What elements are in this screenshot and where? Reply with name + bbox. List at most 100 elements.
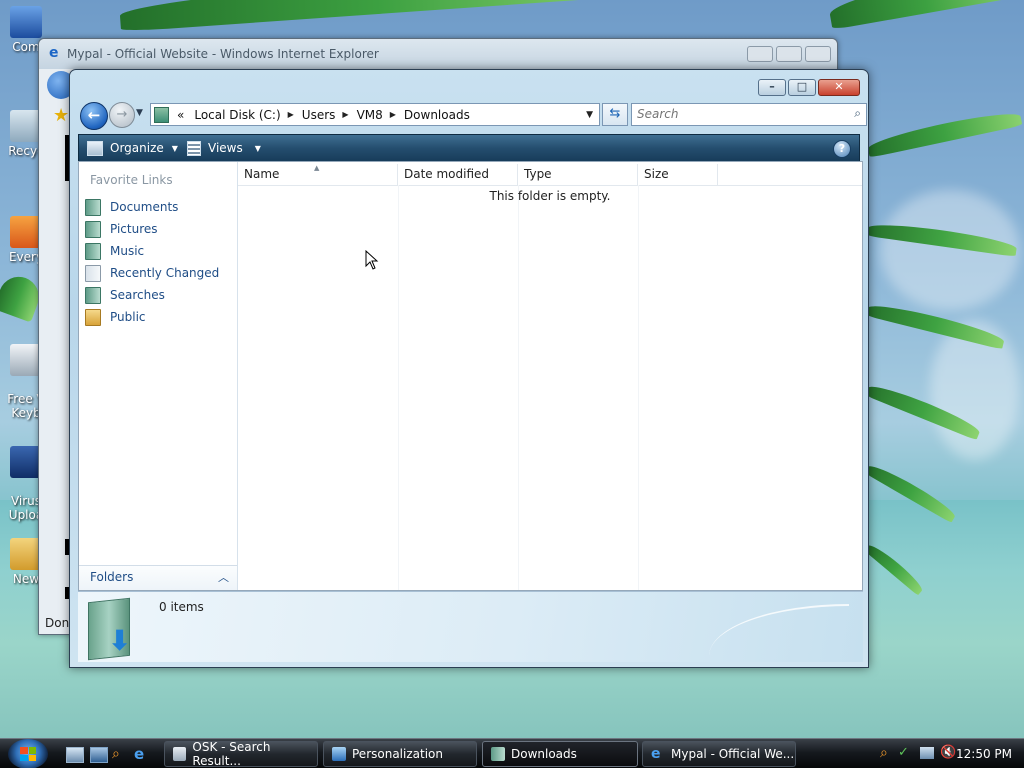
favorite-link-documents[interactable]: Documents [85,196,219,218]
close-icon: ✕ [834,80,844,93]
taskbar-button-downloads[interactable]: Downloads [482,741,638,767]
back-button[interactable]: ← [80,102,108,130]
column-header-name[interactable]: ▲ Name [238,164,398,185]
organize-label: Organize [110,141,164,155]
favorite-link-label: Pictures [110,222,158,236]
favorite-link-label: Public [110,310,146,324]
column-header-date-modified[interactable]: Date modified [398,164,518,185]
column-header-label: Size [644,167,669,181]
search-tray-icon[interactable]: ⌕ [880,745,888,761]
computer-icon [10,6,42,38]
favorite-link-pictures[interactable]: Pictures [85,218,219,240]
search-quicklaunch-icon[interactable]: ⌕ [112,747,128,761]
maximize-button[interactable] [776,46,802,62]
taskbar-button-label: OSK - Search Result... [192,740,271,768]
column-headers: ▲ Name Date modified Type Size [238,164,862,186]
ie-icon: e [49,45,59,61]
command-bar: Organize ▼ Views ▼ ? [78,134,860,162]
breadcrumb-item[interactable]: Users [302,108,336,122]
address-dropdown-icon[interactable]: ▼ [586,110,593,120]
folders-label: Folders [90,570,134,584]
help-icon: ? [838,142,846,155]
search-icon[interactable]: ⌕ [854,106,861,121]
start-button[interactable] [8,739,48,768]
favorite-link-music[interactable]: Music [85,240,219,262]
organize-button[interactable]: Organize ▼ [87,135,178,161]
ie-quicklaunch-icon[interactable]: e [134,747,150,762]
minimize-button[interactable] [747,46,773,62]
close-button[interactable] [805,46,831,62]
forward-button[interactable]: → [109,102,135,128]
chevron-up-icon: ︿ [218,571,229,584]
check-tray-icon[interactable]: ✓ [898,745,909,760]
column-header-label: Name [244,167,280,181]
maximize-icon: □ [796,80,808,93]
search-input[interactable] [632,104,837,123]
taskbar-button-label: Downloads [511,747,577,761]
recent-pages-dropdown[interactable]: ▼ [136,108,143,118]
volume-muted-icon[interactable]: 🔇 [940,745,956,760]
system-tray: ⌕ ✓ 🔇 12:50 PM [874,739,1024,768]
breadcrumb-overflow[interactable]: « [177,108,184,122]
windows-flag-icon [20,747,36,761]
breadcrumb-item[interactable]: Local Disk (C:) [194,108,280,122]
music-icon [85,242,101,260]
file-list[interactable]: ▲ Name Date modified Type Size This fold… [238,162,862,590]
maximize-button[interactable]: □ [788,79,816,96]
taskbar-button-label: Personalization [352,747,443,761]
ie-window-controls [747,46,831,62]
palm-leaf [118,0,640,32]
ie-title-bar[interactable]: e Mypal - Official Website - Windows Int… [39,39,837,69]
pictures-icon [85,220,101,238]
views-icon [187,140,201,156]
views-button[interactable]: Views ▼ [187,135,261,161]
views-label: Views [208,141,243,155]
favorite-link-label: Recently Changed [110,266,220,280]
breadcrumb-item[interactable]: Downloads [404,108,470,122]
favorite-link-searches[interactable]: Searches [85,284,219,306]
personalization-icon [332,747,346,761]
recently-changed-icon [85,264,101,282]
favorite-link-label: Music [110,244,145,258]
ie-icon: e [651,746,661,762]
taskbar-button-osk[interactable]: OSK - Search Result... [164,740,318,768]
folders-toggle[interactable]: Folders ︿ [79,565,237,590]
breadcrumb-separator-icon[interactable]: ▶ [390,110,396,119]
ie-window-title: Mypal - Official Website - Windows Inter… [67,47,379,61]
folder-location-icon [154,106,169,123]
palm-leaf [866,107,1023,158]
favorites-star-icon[interactable]: ★ [53,105,69,126]
switch-windows-icon[interactable] [90,747,108,763]
refresh-icon: ⇆ [609,106,621,121]
item-count: 0 items [159,600,204,614]
public-folder-icon [85,308,101,326]
breadcrumb-item[interactable]: VM8 [357,108,383,122]
help-button[interactable]: ? [833,140,851,158]
network-tray-icon[interactable] [920,747,934,759]
taskbar-button-mypal[interactable]: e Mypal - Official We... [642,741,796,767]
organize-icon [87,140,103,156]
documents-icon [85,198,101,216]
show-desktop-icon[interactable] [66,747,84,763]
favorite-link-label: Documents [110,200,179,214]
breadcrumb-separator-icon[interactable]: ▶ [288,110,294,119]
close-button[interactable]: ✕ [818,79,860,96]
explorer-window[interactable]: – □ ✕ ← → ▼ « Local Disk (C:) ▶ Users ▶ … [69,69,869,668]
refresh-button[interactable]: ⇆ [602,103,628,126]
taskbar-button-label: Mypal - Official We... [671,747,795,761]
ie-status-text: Don [45,616,70,630]
taskbar-button-personalization[interactable]: Personalization [323,741,477,767]
clock[interactable]: 12:50 PM [956,747,1012,761]
favorite-link-recently-changed[interactable]: Recently Changed [85,262,219,284]
download-arrow-icon: ⬇ [108,624,132,657]
column-header-size[interactable]: Size [638,164,718,185]
favorite-link-public[interactable]: Public [85,306,219,328]
search-box[interactable]: ⌕ [631,103,867,126]
column-header-type[interactable]: Type [518,164,638,185]
column-header-label: Date modified [404,167,490,181]
searches-icon [85,286,101,304]
minimize-button[interactable]: – [758,79,786,96]
address-bar[interactable]: « Local Disk (C:) ▶ Users ▶ VM8 ▶ Downlo… [150,103,600,126]
column-header-label: Type [524,167,552,181]
breadcrumb-separator-icon[interactable]: ▶ [342,110,348,119]
